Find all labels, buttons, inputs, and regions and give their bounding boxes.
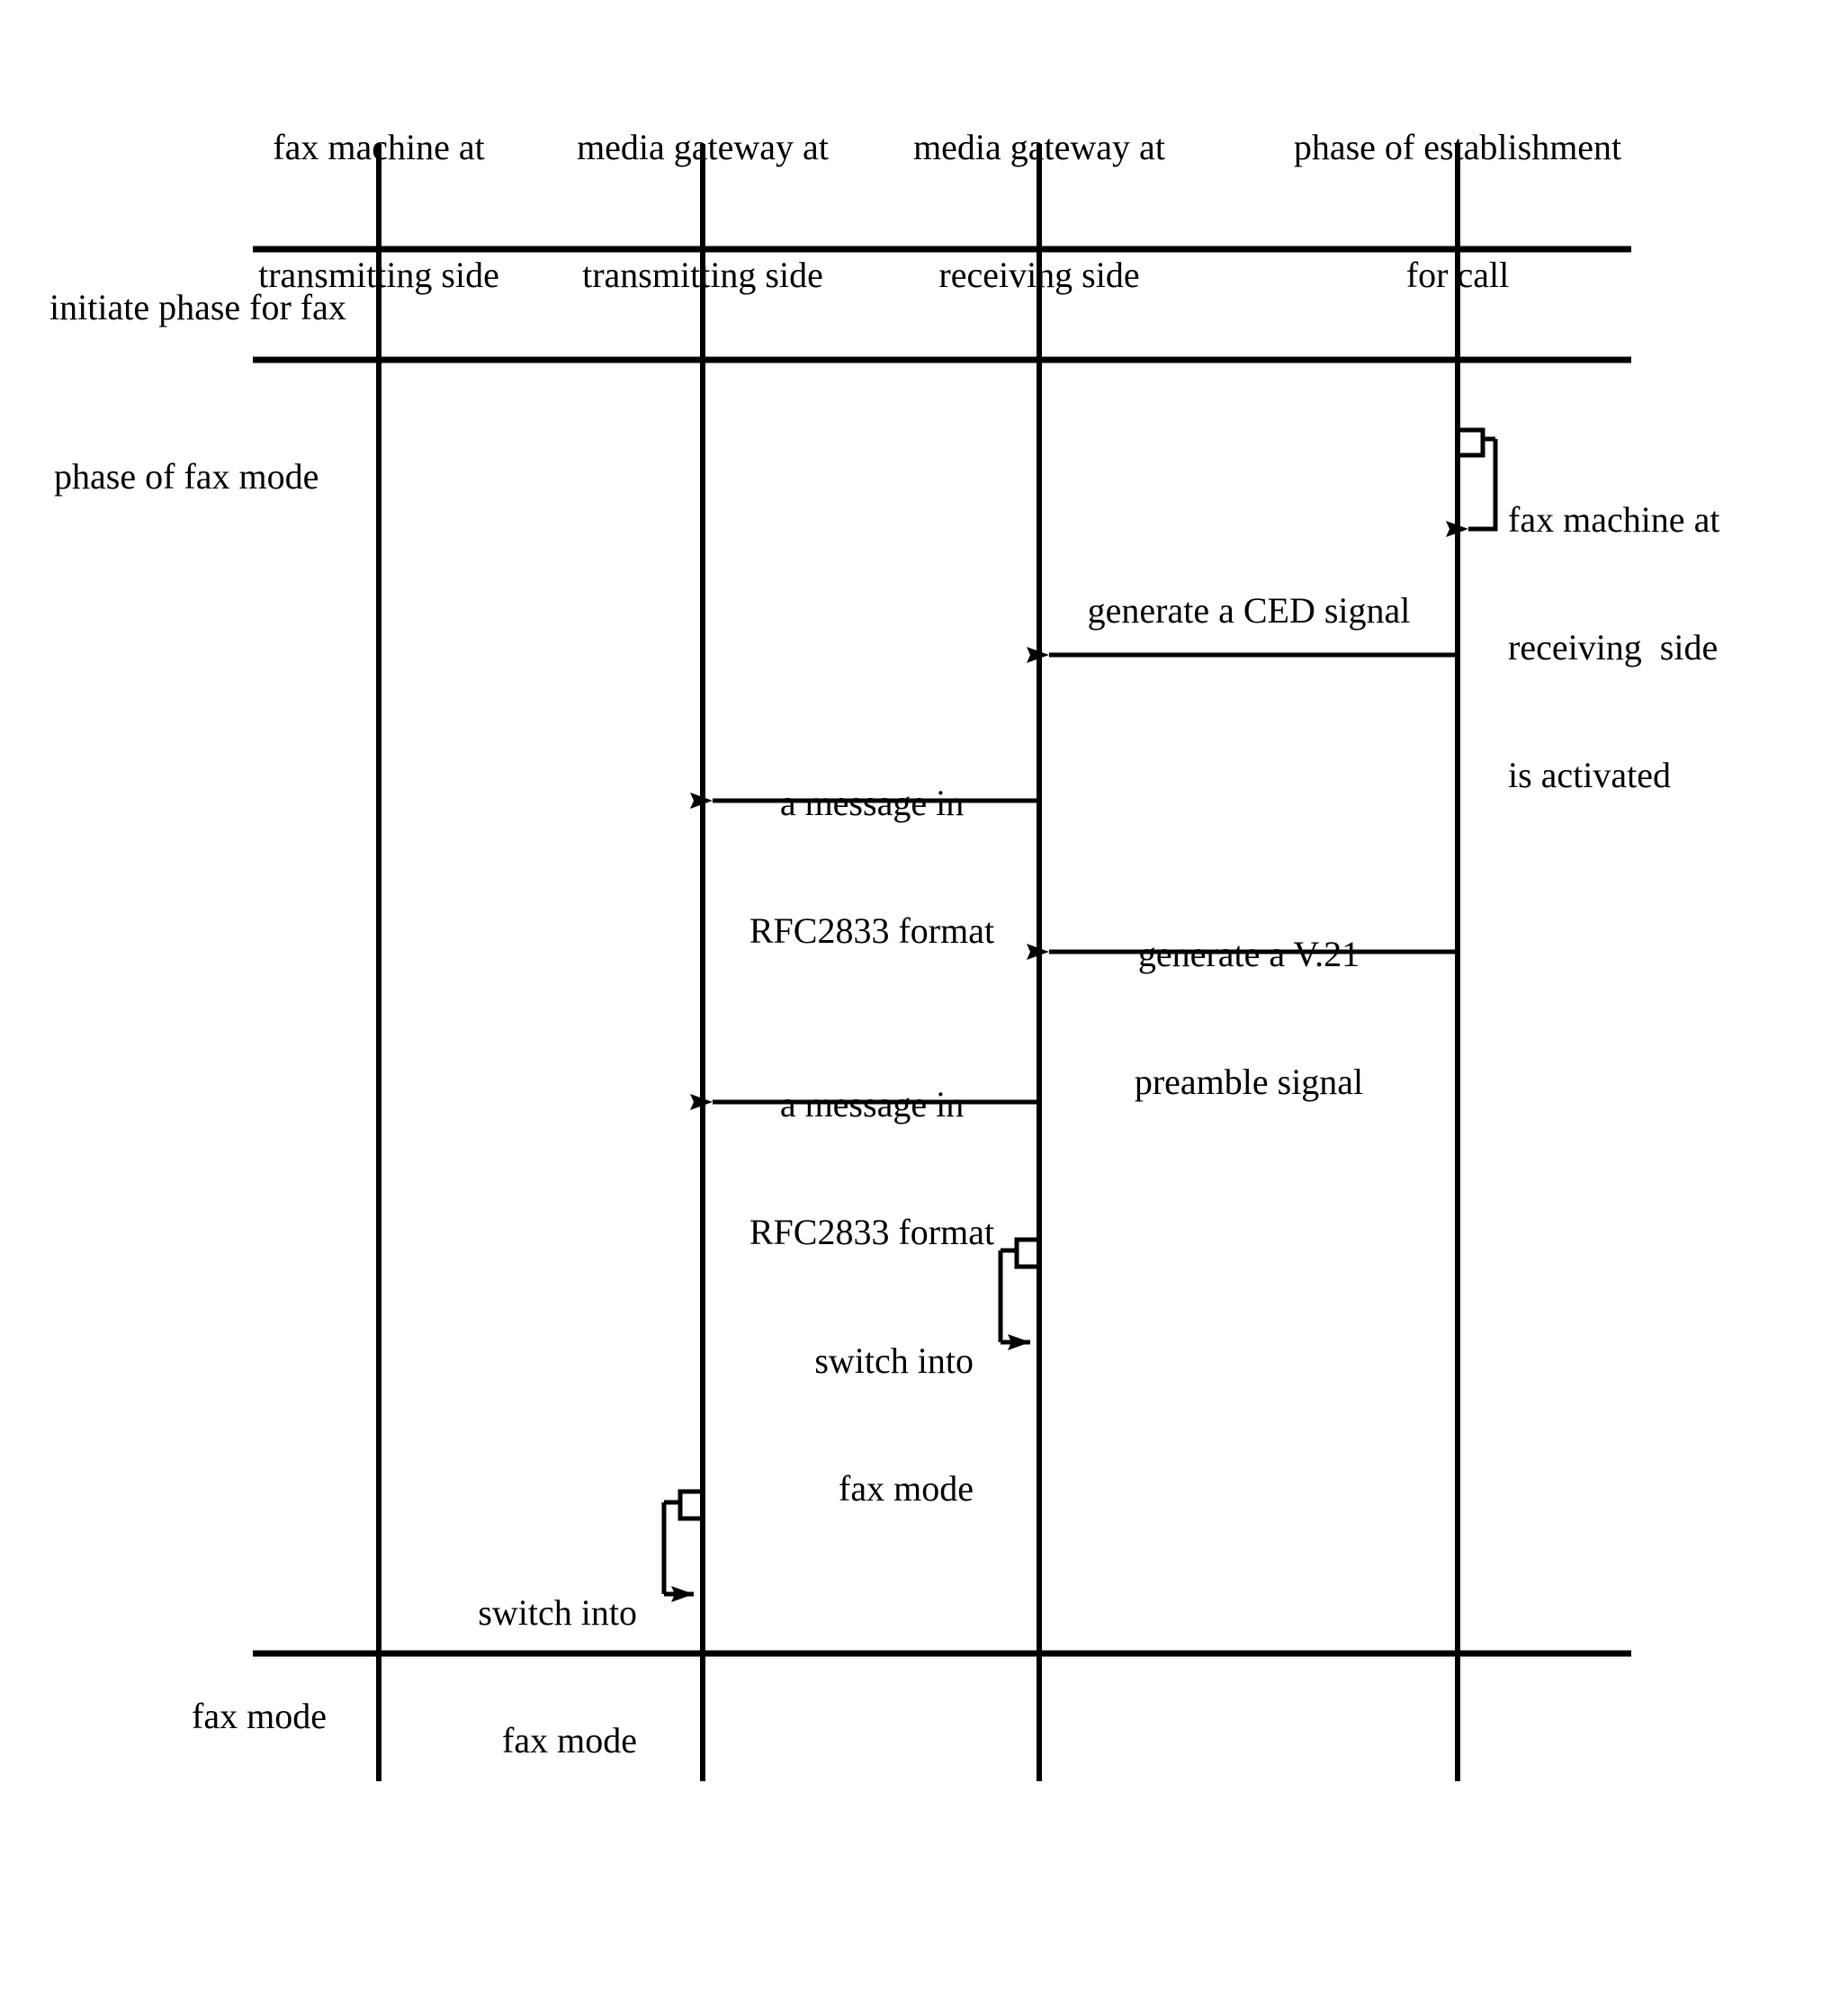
message-rfc2833-1-label-line1: a message in (779, 783, 965, 824)
message-rfc2833-2-label-line2: RFC2833 format (749, 1211, 995, 1252)
lifeline-header-mgw-rx: media gateway at receiving side (877, 41, 1201, 381)
self-message-switch-fax-rx-label-line2: fax mode (839, 1467, 974, 1509)
sequence-diagram: fax machine at transmitting side media g… (0, 0, 1831, 2016)
self-message-fax-activated-label-line1: fax machine at (1508, 499, 1720, 541)
self-message-switch-fax-tx-label: switch into fax mode (293, 1507, 637, 1847)
lifeline-header-fax-tx-line1: fax machine at (273, 127, 485, 168)
lifeline-header-mgw-tx-line1: media gateway at (577, 127, 829, 168)
self-message-switch-fax-tx-label-line1: switch into (478, 1592, 637, 1634)
lifeline-header-mgw-rx-line1: media gateway at (913, 127, 1165, 168)
self-message-switch-fax-tx-label-line2: fax mode (502, 1719, 637, 1761)
self-message-switch-fax-rx-label-line1: switch into (814, 1340, 974, 1382)
lifeline-header-mgw-tx: media gateway at transmitting side (541, 41, 865, 381)
message-rfc2833-1-label-line2: RFC2833 format (749, 909, 995, 951)
message-v21-label-line2: preamble signal (1134, 1061, 1364, 1102)
phase-label-fax-mode-phase: phase of fax mode (54, 456, 319, 497)
self-message-fax-activated-label-line3: is activated (1508, 754, 1672, 795)
self-message-fax-activated-label-line2: receiving side (1508, 626, 1719, 668)
self-message-fax-activated-arrow (1446, 427, 1498, 537)
message-rfc2833-2-label-line1: a message in (779, 1084, 965, 1125)
lifeline-header-mgw-rx-line2: receiving side (938, 254, 1140, 295)
message-v21-label-line1: generate a V.21 (1137, 934, 1360, 975)
lifeline-header-call-est-line2: for call (1405, 254, 1510, 295)
message-rfc2833-1-label: a message in RFC2833 format (707, 697, 1037, 1037)
self-message-switch-fax-rx-label: switch into fax mode (630, 1255, 974, 1595)
self-message-fax-activated-label: fax machine at receiving side is activat… (1508, 414, 1805, 881)
message-v21-label: generate a V.21 preamble signal (1044, 848, 1454, 1188)
lifeline-header-fax-tx: fax machine at transmitting side (217, 41, 541, 381)
lifeline-header-call-est: phase of establishment for call (1260, 41, 1656, 381)
message-ced-label: generate a CED signal (1087, 590, 1411, 631)
phase-label-initiate-phase: initiate phase for fax (49, 287, 346, 327)
lifeline-header-mgw-tx-line2: transmitting side (582, 254, 823, 295)
lifeline-header-call-est-line1: phase of establishment (1293, 127, 1622, 168)
